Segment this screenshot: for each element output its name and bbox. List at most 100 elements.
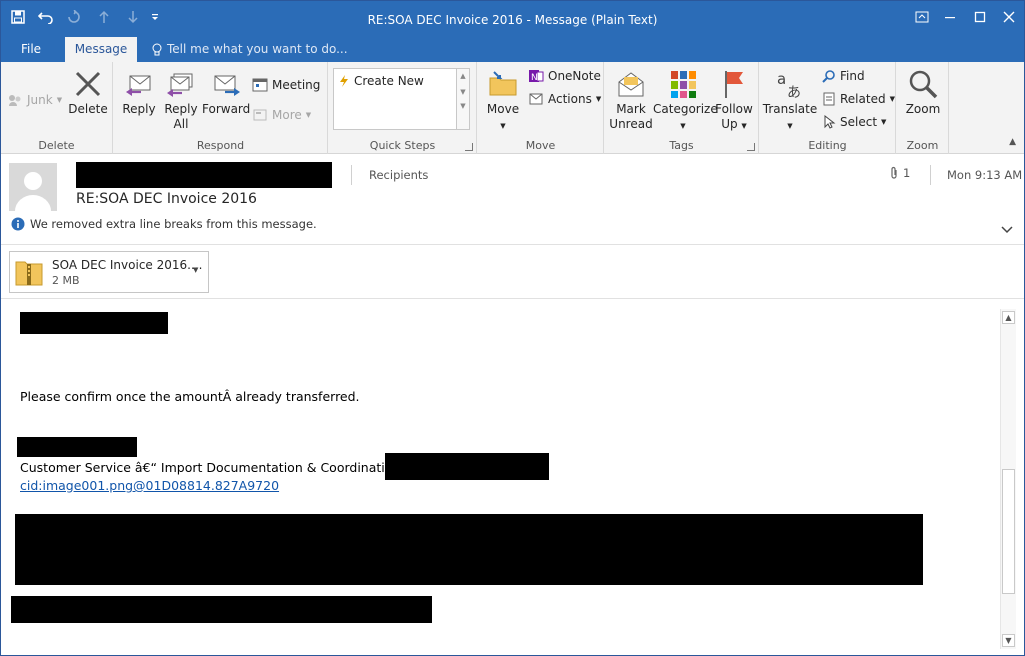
chevron-down-icon: ▼ (595, 95, 602, 103)
junk-icon (9, 95, 21, 106)
move-label: Move (486, 102, 520, 116)
group-zoom: Zoom Zoom (897, 62, 949, 154)
message-body: Please confirm once the amountÂ already … (1, 298, 1024, 655)
chevron-down-icon: ▼ (680, 122, 686, 130)
cursor-icon (824, 115, 836, 129)
message-header: RE:SOA DEC Invoice 2016 Recipients 1 Mon… (1, 155, 1024, 245)
signature-line: Customer Service â€“ Import Documentatio… (20, 460, 401, 475)
meeting-icon (252, 78, 268, 92)
dialog-launcher-icon[interactable] (465, 143, 473, 151)
forward-label: Forward (202, 102, 251, 116)
svg-text:あ: あ (787, 85, 801, 100)
forward-button[interactable]: Forward (202, 68, 250, 117)
tab-file[interactable]: File (11, 37, 51, 62)
ribbon: Junk ▼ Delete Delete Reply Reply All For… (1, 62, 1024, 154)
scroll-up-icon[interactable]: ▲ (1002, 311, 1015, 324)
zip-folder-icon (15, 261, 43, 286)
actions-label: Actions (548, 92, 592, 106)
scroll-down-icon[interactable]: ▼ (1002, 634, 1015, 647)
create-new-label: Create New (354, 74, 424, 88)
translate-button[interactable]: aあ Translate ▼ (762, 68, 818, 134)
group-label-editing: Editing (808, 139, 847, 152)
delete-button[interactable]: Delete (67, 68, 109, 117)
dialog-launcher-icon[interactable] (747, 143, 755, 151)
chevron-down-icon[interactable]: ▼ (457, 88, 469, 96)
group-tags: Mark Unread Categorize ▼ Follow Up ▼ Tag… (605, 62, 759, 154)
group-move: Move ▼ N OneNote Actions ▼ Move (478, 62, 604, 154)
expand-header-icon[interactable] (1001, 223, 1013, 237)
create-new-quick-step[interactable]: Create New (338, 71, 424, 91)
reply-label: Reply (122, 102, 156, 116)
actions-button[interactable]: Actions ▼ (528, 89, 601, 109)
lightbulb-icon (152, 43, 162, 55)
find-button[interactable]: Find (822, 66, 865, 86)
actions-icon (529, 93, 543, 105)
onenote-button[interactable]: N OneNote (528, 66, 601, 86)
reply-all-button[interactable]: Reply All (160, 68, 202, 132)
mark-unread-icon (618, 72, 644, 97)
collapse-ribbon-icon[interactable]: ▲ (1009, 137, 1016, 147)
attachment-count: 1 (903, 166, 911, 180)
onenote-icon: N (529, 70, 544, 83)
message-time: Mon 9:13 AM (947, 168, 1023, 182)
translate-label: Translate (762, 102, 818, 116)
more-respond-button[interactable]: More ▼ (252, 105, 311, 125)
meeting-button[interactable]: Meeting (252, 75, 320, 95)
follow-up-button[interactable]: Follow Up ▼ (713, 68, 755, 134)
attachment-card[interactable]: SOA DEC Invoice 2016.... 2 MB ▼ (9, 251, 209, 293)
chevron-up-icon[interactable]: ▲ (457, 72, 469, 80)
svg-text:a: a (777, 70, 786, 88)
reply-all-label-2: All (173, 117, 189, 131)
related-label: Related (840, 92, 886, 106)
group-editing: aあ Translate ▼ Find Related ▼ Select ▼ E… (760, 62, 896, 154)
tell-me-search[interactable]: Tell me what you want to do... (151, 37, 351, 62)
more-label: More (272, 108, 302, 122)
related-button[interactable]: Related ▼ (822, 89, 895, 109)
tab-message[interactable]: Message (65, 37, 137, 62)
zoom-button[interactable]: Zoom (901, 68, 945, 117)
more-icon (253, 109, 267, 121)
maximize-icon[interactable] (969, 7, 991, 27)
mark-unread-button[interactable]: Mark Unread (609, 68, 653, 132)
attachment-size: 2 MB (52, 274, 80, 287)
expand-gallery-icon[interactable]: ▼ (457, 102, 469, 110)
scrollbar-thumb[interactable] (1002, 469, 1015, 594)
follow-up-label-1: Follow (715, 102, 753, 116)
vertical-scrollbar[interactable]: ▲ ▼ (1000, 309, 1016, 649)
group-label-move: Move (525, 139, 556, 152)
recipients-label[interactable]: Recipients (369, 168, 428, 182)
categorize-icon (671, 71, 696, 98)
paperclip-icon (891, 166, 897, 179)
follow-up-label-2: Up (721, 117, 738, 131)
categorize-label: Categorize (653, 102, 718, 116)
group-label-quick-steps: Quick Steps (369, 139, 436, 152)
info-bar[interactable]: We removed extra line breaks from this m… (11, 217, 317, 231)
chevron-down-icon: ▼ (889, 95, 895, 103)
junk-button[interactable]: Junk ▼ (7, 90, 62, 110)
group-label-zoom: Zoom (906, 139, 939, 152)
quick-steps-scroll[interactable]: ▲ ▼ ▼ (457, 68, 470, 130)
translate-icon: aあ (777, 70, 801, 100)
group-quick-steps: Create New ▲ ▼ ▼ Quick Steps (329, 62, 477, 154)
select-button[interactable]: Select ▼ (822, 112, 886, 132)
close-icon[interactable] (998, 7, 1020, 27)
move-button[interactable]: Move ▼ (484, 68, 522, 134)
minimize-icon[interactable] (939, 7, 961, 27)
reply-button[interactable]: Reply (118, 68, 160, 117)
flag-icon (725, 71, 743, 98)
ribbon-display-options-icon[interactable] (911, 7, 933, 27)
chevron-down-icon: ▼ (881, 118, 887, 126)
quick-steps-gallery[interactable]: Create New (333, 68, 457, 130)
header-divider (930, 165, 931, 185)
junk-label: Junk (27, 93, 53, 107)
attachment-menu-chevron-icon[interactable]: ▼ (193, 266, 198, 274)
categorize-button[interactable]: Categorize ▼ (653, 68, 718, 134)
image-link[interactable]: cid:image001.png@01D08814.827A9720 (20, 478, 279, 493)
related-icon (823, 92, 835, 106)
info-bar-text: We removed extra line breaks from this m… (30, 217, 317, 231)
chevron-down-icon: ▼ (500, 122, 506, 130)
select-label: Select (840, 115, 878, 129)
onenote-label: OneNote (548, 69, 601, 83)
ribbon-tabs: File Message Tell me what you want to do… (1, 37, 1024, 62)
zoom-label: Zoom (905, 102, 941, 116)
